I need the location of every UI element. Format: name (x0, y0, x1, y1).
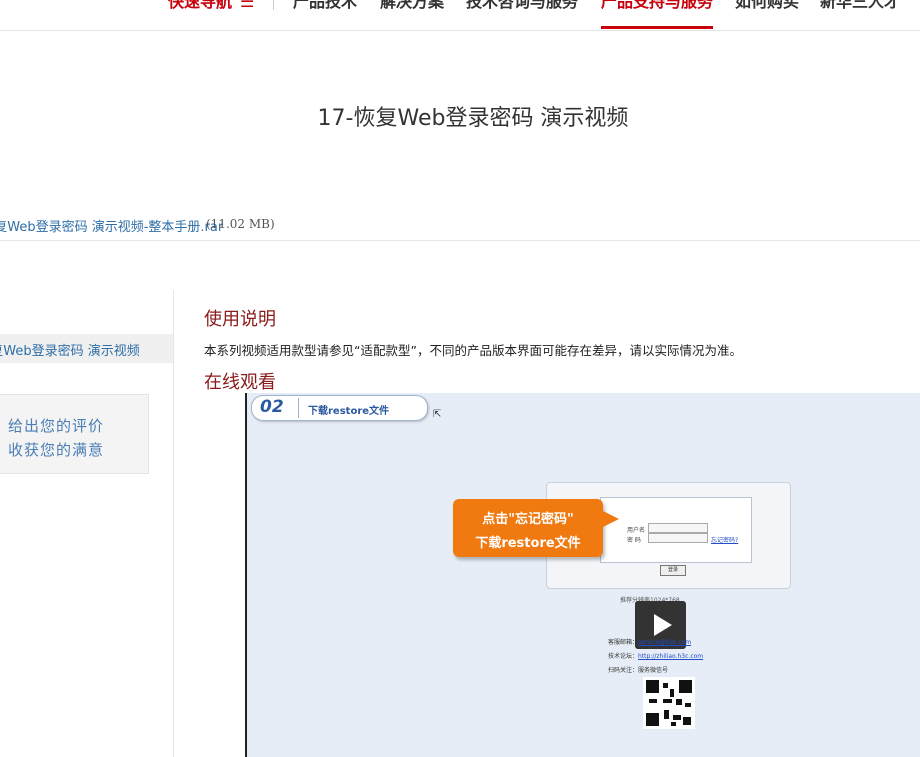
quick-nav-label: 快速导航 (168, 0, 233, 11)
service-email-link: service@h3c.com (638, 639, 692, 646)
tech-forum-link: http://zhiliao.h3c.com (638, 653, 704, 660)
step-badge: 02 下载restore文件 (251, 395, 428, 421)
step-divider (298, 398, 299, 418)
download-size: (11.02 MB) (206, 217, 275, 231)
sidebar-divider (173, 290, 174, 757)
video-player[interactable]: 02 下载restore文件 ⇱ 用户名 密 码 忘记密码? 登录 点击"忘记密… (245, 393, 920, 757)
login-form: 用户名 密 码 忘记密码? (600, 497, 752, 563)
callout-line-2: 下载restore文件 (475, 536, 581, 551)
usage-text: 本系列视频适用款型请参见“适配款型”，不同的产品版本界面可能存在差异，请以实际情… (204, 343, 742, 358)
top-nav: 快速导航 ☰ 产品技术 解决方案 技术咨询与服务 产品支持与服务 如何购买 新华三… (0, 0, 920, 31)
download-link[interactable]: 17-恢复Web登录密码 演示视频-整本手册.rar (0, 216, 223, 235)
page-title: 17-恢复Web登录密码 演示视频 (317, 106, 629, 131)
nav-item-buy[interactable]: 如何购买 (735, 0, 799, 12)
nav-active-indicator (601, 26, 713, 29)
nav-item-careers[interactable]: 新华三人才 (820, 0, 900, 12)
callout-bubble: 点击"忘记密码" 下载restore文件 (453, 499, 619, 557)
tech-forum-row: 技术论坛：http://zhiliao.h3c.com (608, 651, 703, 660)
password-label: 密 码 (627, 537, 641, 544)
tech-forum-label: 技术论坛： (608, 653, 639, 660)
follow-row: 扫码关注：服务微信号 (608, 665, 668, 674)
service-email-row: 客服邮箱：service@h3c.com (608, 637, 691, 646)
sidebar-item-current[interactable]: 17-恢复Web登录密码 演示视频 (0, 334, 173, 363)
sidebar-item-label: 17-恢复Web登录密码 演示视频 (0, 344, 140, 359)
login-button: 登录 (660, 565, 686, 576)
step-number: 02 (260, 397, 284, 417)
quick-nav-menu[interactable]: 快速导航 ☰ (168, 0, 254, 12)
callout-arrow (603, 511, 619, 527)
download-row: 17-恢复Web登录密码 演示视频-整本手册.rar (11.02 MB) (0, 210, 920, 241)
follow-value: 服务微信号 (638, 667, 669, 674)
follow-label: 扫码关注： (608, 667, 639, 674)
cursor-icon: ⇱ (433, 409, 442, 420)
username-field (648, 523, 708, 533)
username-label: 用户名 (627, 527, 646, 534)
nav-separator (273, 0, 274, 10)
nav-item-support[interactable]: 产品支持与服务 (601, 0, 713, 12)
qr-code-icon (643, 677, 695, 729)
feedback-box[interactable]: 给出您的评价 收获您的满意 (0, 394, 149, 474)
feedback-line-1: 给出您的评价 (8, 417, 105, 435)
usage-heading: 使用说明 (204, 309, 276, 330)
nav-item-solutions[interactable]: 解决方案 (380, 0, 444, 12)
password-field (648, 533, 708, 543)
step-text: 下载restore文件 (308, 406, 390, 417)
callout-line-1: 点击"忘记密码" (482, 512, 574, 527)
menu-icon: ☰ (240, 0, 255, 11)
nav-item-products[interactable]: 产品技术 (293, 0, 357, 12)
service-email-label: 客服邮箱： (608, 639, 639, 646)
nav-item-consulting[interactable]: 技术咨询与服务 (466, 0, 578, 12)
feedback-line-2: 收获您的满意 (8, 441, 105, 459)
online-heading: 在线观看 (204, 372, 276, 393)
forgot-password-link: 忘记密码? (711, 537, 739, 544)
